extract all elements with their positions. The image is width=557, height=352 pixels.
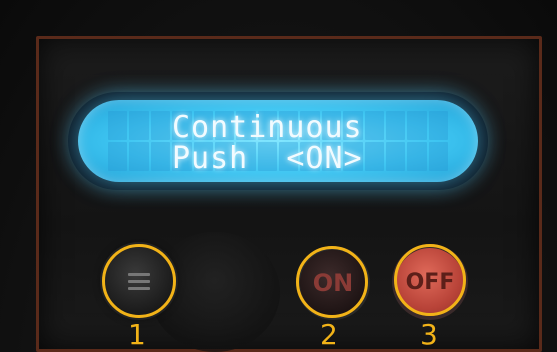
lcd-cell [150,142,171,171]
marker-number-2: 2 [320,318,338,351]
menu-icon [128,269,150,294]
lcd-line-1: Continuous [172,110,363,145]
lcd-cell [108,142,128,171]
marker-number-1: 1 [128,318,146,351]
lcd-line-2: Push <ON> [172,141,363,176]
control-panel [36,36,542,352]
lcd-cell [108,111,128,140]
photo-scene: Continuous Push <ON> ON OFF 1 2 3 [0,0,557,352]
on-button[interactable]: ON [300,250,366,316]
lcd-cell [129,111,149,140]
lcd-cell [150,111,171,140]
menu-button[interactable] [104,246,174,316]
off-button[interactable]: OFF [396,248,464,316]
marker-number-3: 3 [420,318,438,351]
lcd-cell [129,142,149,171]
lcd-display: Continuous Push <ON> [78,100,478,182]
